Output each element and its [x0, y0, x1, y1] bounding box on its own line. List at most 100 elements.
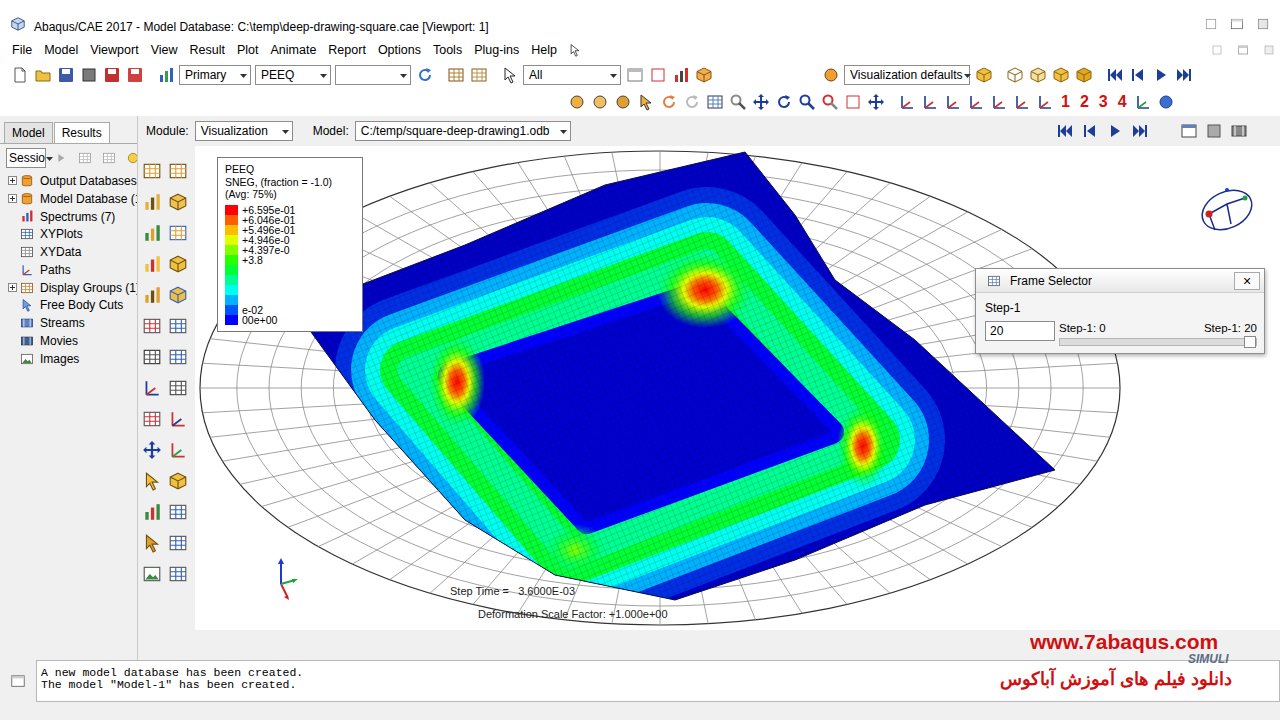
- dropdown-arrow-icon[interactable]: [559, 122, 568, 140]
- menu-item[interactable]: File: [6, 41, 38, 59]
- tool-icon[interactable]: [140, 191, 163, 213]
- saved-view-button[interactable]: 1: [1056, 92, 1075, 112]
- tree-item[interactable]: XYData: [0, 243, 137, 261]
- axis-view-icon[interactable]: [1010, 91, 1033, 113]
- menu-item[interactable]: View: [145, 41, 184, 59]
- undo-icon[interactable]: [657, 91, 680, 113]
- model-dropdown[interactable]: C:/temp/square-deep-drawing1.odb: [355, 121, 571, 141]
- highlight-icon[interactable]: [669, 64, 692, 86]
- tool-icon[interactable]: [167, 222, 190, 244]
- magnify-icon[interactable]: [726, 91, 749, 113]
- tree-item[interactable]: Free Body Cuts: [0, 297, 137, 315]
- filter-icon[interactable]: [73, 147, 96, 169]
- tool-icon[interactable]: [140, 532, 163, 554]
- axis-view-icon[interactable]: [941, 91, 964, 113]
- model-dropdown-value[interactable]: C:/temp/square-deep-drawing1.odb: [361, 122, 550, 140]
- tree-label[interactable]: XYData: [40, 243, 81, 261]
- slider-thumb[interactable]: [1244, 336, 1256, 348]
- color-code-icon[interactable]: [819, 64, 842, 86]
- menu-item[interactable]: Plot: [231, 41, 265, 59]
- rotate-icon[interactable]: [772, 91, 795, 113]
- tree-label[interactable]: Images: [40, 350, 79, 368]
- tree-item[interactable]: Images: [0, 350, 137, 368]
- menu-item[interactable]: Options: [372, 41, 427, 59]
- tool-icon[interactable]: [167, 377, 190, 399]
- tool-icon[interactable]: [140, 160, 163, 182]
- play-icon[interactable]: [1149, 64, 1172, 86]
- wireframe-icon[interactable]: [1003, 64, 1026, 86]
- menu-item[interactable]: Help: [525, 41, 563, 59]
- tool-icon[interactable]: [140, 346, 163, 368]
- iso-view-icon[interactable]: [1132, 91, 1155, 113]
- module-dropdown[interactable]: Visualization: [195, 121, 293, 141]
- tool-icon[interactable]: [167, 532, 190, 554]
- primary-dropdown[interactable]: Primary: [179, 65, 251, 85]
- pan-icon[interactable]: [749, 91, 772, 113]
- help-icon[interactable]: [1155, 91, 1178, 113]
- ruler-icon[interactable]: [467, 64, 490, 86]
- dropdown-arrow-icon[interactable]: [319, 66, 328, 84]
- tree-label[interactable]: Streams: [40, 314, 85, 332]
- circle-icon[interactable]: [588, 91, 611, 113]
- dialog-title-bar[interactable]: Frame Selector×: [976, 269, 1264, 293]
- tool-icon[interactable]: [140, 284, 163, 306]
- render-style-icon[interactable]: [972, 64, 995, 86]
- menu-item[interactable]: Model: [38, 41, 84, 59]
- doc-restore-icon[interactable]: [1231, 39, 1254, 61]
- menu-item[interactable]: Report: [322, 41, 372, 59]
- print-icon[interactable]: [77, 64, 100, 86]
- viewport[interactable]: PEEQSNEG, (fraction = -1.0)(Avg: 75%)+6.…: [195, 146, 1280, 630]
- tool-icon[interactable]: [167, 346, 190, 368]
- axis-view-icon[interactable]: [1033, 91, 1056, 113]
- maximize-icon[interactable]: [1225, 13, 1248, 35]
- tree-label[interactable]: Free Body Cuts: [40, 296, 123, 314]
- tool-icon[interactable]: [167, 315, 190, 337]
- pick-icon[interactable]: [634, 91, 657, 113]
- expand-icon[interactable]: [6, 283, 18, 292]
- tree-item[interactable]: Spectrums (7): [0, 208, 137, 226]
- tool-icon[interactable]: [140, 222, 163, 244]
- first-frame-icon[interactable]: [1053, 120, 1076, 142]
- panel-tab[interactable]: Model: [4, 122, 53, 143]
- import-icon[interactable]: [123, 64, 146, 86]
- tool-icon[interactable]: [140, 377, 163, 399]
- tree-label[interactable]: Spectrums (7): [40, 208, 115, 226]
- camera-icon[interactable]: [1202, 120, 1225, 142]
- axis-view-icon[interactable]: [895, 91, 918, 113]
- play-icon[interactable]: [1103, 120, 1126, 142]
- filled-icon[interactable]: [1049, 64, 1072, 86]
- tool-icon[interactable]: [167, 191, 190, 213]
- expand-icon[interactable]: [6, 194, 18, 203]
- minimize-icon[interactable]: [1199, 13, 1222, 35]
- doc-close-icon[interactable]: [1257, 39, 1280, 61]
- tree-item[interactable]: XYPlots: [0, 225, 137, 243]
- visualization-dropdown[interactable]: Visualization defaults: [844, 65, 970, 85]
- component-dropdown[interactable]: [335, 65, 411, 85]
- tool-icon[interactable]: [140, 439, 163, 461]
- axis-view-icon[interactable]: [918, 91, 941, 113]
- session-dropdown-value[interactable]: Sessio: [9, 149, 45, 167]
- first-frame-icon[interactable]: [1103, 64, 1126, 86]
- tool-icon[interactable]: [167, 501, 190, 523]
- tool-icon[interactable]: [167, 563, 190, 585]
- tool-icon[interactable]: [167, 253, 190, 275]
- field-output-icon[interactable]: [154, 64, 177, 86]
- tree-item[interactable]: Streams: [0, 314, 137, 332]
- axis-view-icon[interactable]: [964, 91, 987, 113]
- saved-view-button[interactable]: 4: [1113, 92, 1132, 112]
- saved-view-button[interactable]: 2: [1075, 92, 1094, 112]
- copy-icon[interactable]: [623, 64, 646, 86]
- menu-item[interactable]: Animate: [264, 41, 322, 59]
- view-manager-icon[interactable]: [703, 91, 726, 113]
- zoom-icon[interactable]: [795, 91, 818, 113]
- tree-icon[interactable]: [97, 147, 120, 169]
- session-dropdown[interactable]: Sessio: [6, 148, 46, 168]
- previous-frame-icon[interactable]: [1078, 120, 1101, 142]
- visualization-dropdown-value[interactable]: Visualization defaults: [850, 66, 963, 84]
- variable-dropdown-value[interactable]: PEEQ: [261, 66, 294, 84]
- hidden-icon[interactable]: [1026, 64, 1049, 86]
- hint-icon[interactable]: [121, 147, 138, 169]
- dropdown-arrow-icon[interactable]: [239, 66, 248, 84]
- tool-icon[interactable]: [140, 408, 163, 430]
- circle-icon[interactable]: [565, 91, 588, 113]
